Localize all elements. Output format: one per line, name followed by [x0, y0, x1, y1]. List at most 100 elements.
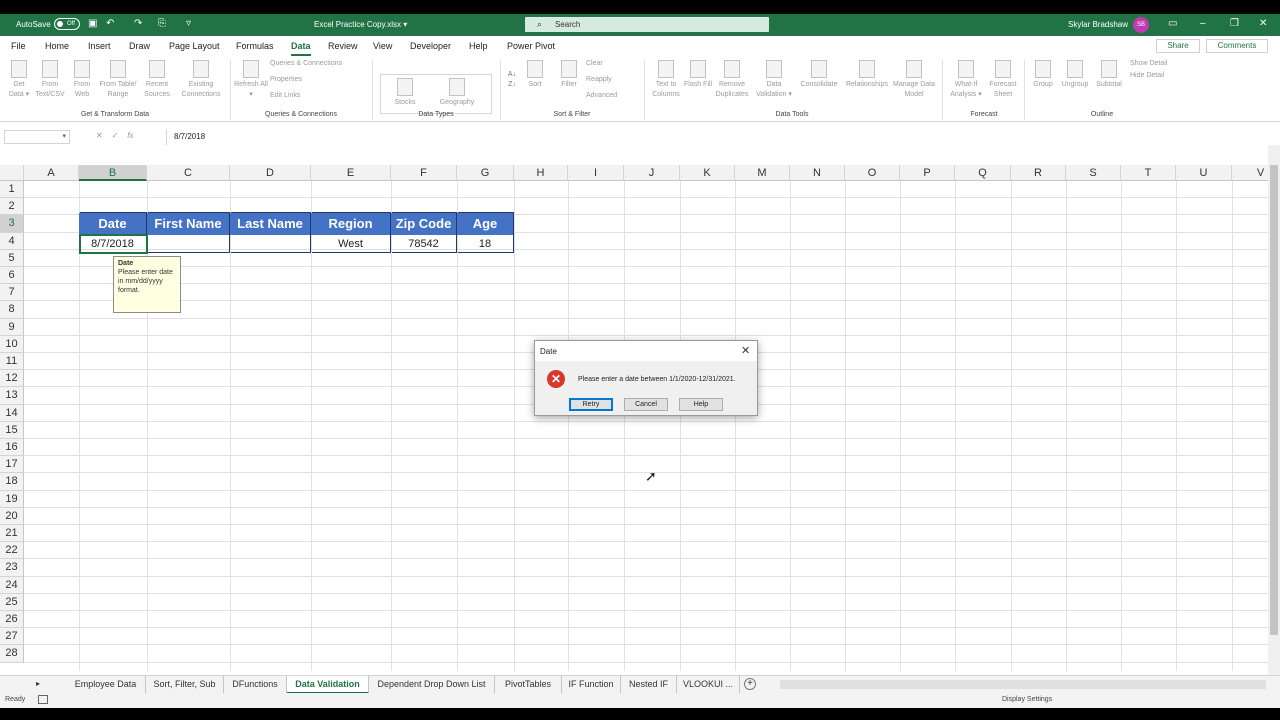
- tab-draw[interactable]: Draw: [129, 41, 150, 51]
- existing-connections-button[interactable]: Existing Connections: [176, 60, 226, 100]
- format-painter-icon[interactable]: ⎘: [158, 18, 166, 29]
- stocks-button[interactable]: Stocks: [388, 78, 422, 108]
- macro-record-icon[interactable]: [38, 695, 48, 704]
- row-header-3[interactable]: 3: [0, 215, 24, 233]
- sheet-tab[interactable]: IF Function: [562, 676, 621, 694]
- recent-sources-button[interactable]: Recent Sources: [140, 60, 174, 100]
- table-data-cell[interactable]: [147, 235, 230, 253]
- sheet-tab[interactable]: PivotTables: [495, 676, 562, 694]
- hide-detail-button[interactable]: Hide Detail: [1130, 72, 1164, 79]
- row-header-1[interactable]: 1: [0, 181, 24, 199]
- row-header-27[interactable]: 27: [0, 628, 24, 646]
- table-data-cell[interactable]: [230, 235, 311, 253]
- refresh-all-button[interactable]: Refresh All ▾: [234, 60, 268, 100]
- tab-power-pivot[interactable]: Power Pivot: [507, 41, 555, 51]
- reapply-button[interactable]: Reapply: [586, 76, 612, 83]
- what-if-button[interactable]: What-If Analysis ▾: [946, 60, 986, 100]
- column-header-p[interactable]: P: [900, 165, 955, 181]
- tab-data[interactable]: Data: [291, 41, 311, 56]
- column-header-f[interactable]: F: [391, 165, 457, 181]
- sheet-tab[interactable]: Dependent Drop Down List: [369, 676, 495, 694]
- close-icon[interactable]: ✕: [741, 344, 750, 357]
- column-header-r[interactable]: R: [1011, 165, 1066, 181]
- table-data-cell[interactable]: 78542: [391, 235, 457, 253]
- column-header-t[interactable]: T: [1121, 165, 1176, 181]
- group-button[interactable]: Group: [1028, 60, 1058, 90]
- column-header-m[interactable]: M: [735, 165, 790, 181]
- close-icon[interactable]: ✕: [1259, 18, 1267, 29]
- properties-button[interactable]: Properties: [270, 76, 302, 83]
- text-to-columns-button[interactable]: Text to Columns: [648, 60, 684, 100]
- table-header-cell[interactable]: Date: [79, 213, 147, 235]
- column-header-e[interactable]: E: [311, 165, 391, 181]
- select-all-corner[interactable]: [0, 165, 24, 181]
- column-header-v[interactable]: V: [1232, 165, 1268, 181]
- avatar[interactable]: SB: [1133, 17, 1149, 33]
- column-header-k[interactable]: K: [680, 165, 735, 181]
- ungroup-button[interactable]: Ungroup: [1058, 60, 1092, 90]
- manage-data-model-button[interactable]: Manage Data Model: [892, 60, 936, 100]
- comments-button[interactable]: Comments: [1206, 39, 1268, 53]
- relationships-button[interactable]: Relationships: [844, 60, 890, 90]
- column-header-j[interactable]: J: [624, 165, 680, 181]
- column-header-h[interactable]: H: [514, 165, 568, 181]
- column-header-n[interactable]: N: [790, 165, 845, 181]
- row-header-14[interactable]: 14: [0, 404, 24, 422]
- row-header-25[interactable]: 25: [0, 593, 24, 611]
- row-header-5[interactable]: 5: [0, 249, 24, 267]
- sheet-tab[interactable]: DFunctions: [224, 676, 287, 694]
- row-header-8[interactable]: 8: [0, 301, 24, 319]
- row-header-6[interactable]: 6: [0, 267, 24, 285]
- subtotal-button[interactable]: Subtotal: [1092, 60, 1126, 90]
- tab-home[interactable]: Home: [45, 41, 69, 51]
- ribbon-display-icon[interactable]: ▭: [1168, 18, 1177, 29]
- spreadsheet-grid[interactable]: A B C D E F G H I J K M N O P Q R S T U V 1 2 3 4 5 6 7 8 9 10 11 12 13 14…: [0, 165, 1268, 671]
- vertical-scrollbar[interactable]: [1268, 145, 1280, 690]
- undo-icon[interactable]: ↶: [106, 18, 114, 29]
- row-header-18[interactable]: 18: [0, 473, 24, 491]
- table-header-cell[interactable]: Last Name: [230, 213, 311, 235]
- get-data-button[interactable]: Get Data ▾: [6, 60, 32, 100]
- autosave-toggle[interactable]: Off: [54, 18, 80, 30]
- sort-az-button[interactable]: A↓ Z↓: [504, 70, 520, 90]
- table-header-cell[interactable]: Region: [311, 213, 391, 235]
- show-detail-button[interactable]: Show Detail: [1130, 60, 1167, 67]
- display-settings-button[interactable]: Display Settings: [1002, 696, 1052, 703]
- name-box[interactable]: [4, 130, 70, 144]
- row-header-7[interactable]: 7: [0, 284, 24, 302]
- row-header-26[interactable]: 26: [0, 611, 24, 629]
- data-validation-button[interactable]: Data Validation ▾: [752, 60, 796, 100]
- tab-review[interactable]: Review: [328, 41, 358, 51]
- table-data-cell[interactable]: 18: [457, 235, 514, 253]
- row-header-15[interactable]: 15: [0, 421, 24, 439]
- search-box[interactable]: ⌕ Search: [525, 17, 769, 32]
- filter-button[interactable]: Filter: [556, 60, 582, 90]
- column-header-c[interactable]: C: [147, 165, 230, 181]
- tab-view[interactable]: View: [373, 41, 392, 51]
- restore-icon[interactable]: ❐: [1230, 18, 1239, 29]
- row-header-9[interactable]: 9: [0, 318, 24, 336]
- from-web-button[interactable]: From Web: [68, 60, 96, 100]
- row-header-11[interactable]: 11: [0, 353, 24, 371]
- tab-formulas[interactable]: Formulas: [236, 41, 274, 51]
- horizontal-scrollbar[interactable]: [780, 680, 1266, 689]
- row-header-21[interactable]: 21: [0, 525, 24, 543]
- share-button[interactable]: Share: [1156, 39, 1200, 53]
- table-data-cell[interactable]: West: [311, 235, 391, 253]
- cancel-button[interactable]: Cancel: [624, 398, 668, 411]
- file-name[interactable]: Excel Practice Copy.xlsx ▾: [314, 20, 407, 29]
- sort-button[interactable]: Sort: [522, 60, 548, 90]
- row-header-24[interactable]: 24: [0, 576, 24, 594]
- edit-links-button[interactable]: Edit Links: [270, 92, 300, 99]
- forecast-sheet-button[interactable]: Forecast Sheet: [986, 60, 1020, 100]
- column-header-o[interactable]: O: [845, 165, 900, 181]
- flash-fill-button[interactable]: Flash Fill: [684, 60, 712, 90]
- column-header-u[interactable]: U: [1176, 165, 1232, 181]
- row-header-20[interactable]: 20: [0, 507, 24, 525]
- tab-help[interactable]: Help: [469, 41, 488, 51]
- row-header-23[interactable]: 23: [0, 559, 24, 577]
- row-header-13[interactable]: 13: [0, 387, 24, 405]
- tab-page-layout[interactable]: Page Layout: [169, 41, 220, 51]
- clear-button[interactable]: Clear: [586, 60, 603, 67]
- row-header-17[interactable]: 17: [0, 456, 24, 474]
